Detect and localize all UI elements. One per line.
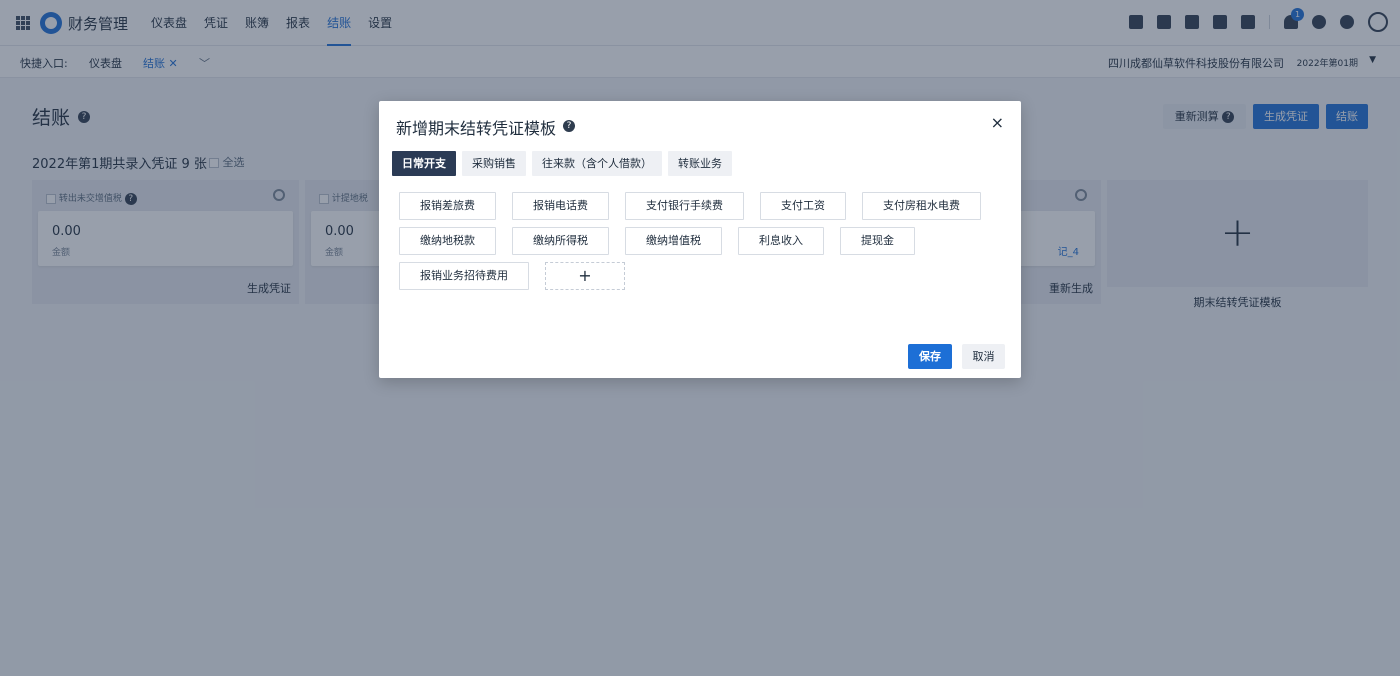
new-template-dialog: 新增期末结转凭证模板 ? × 日常开支 采购销售 往来款（含个人借款） 转账业务…: [379, 101, 1021, 378]
template-option[interactable]: 缴纳增值税: [625, 227, 722, 255]
tab-daily-expenses[interactable]: 日常开支: [392, 151, 456, 176]
template-option[interactable]: 缴纳所得税: [512, 227, 609, 255]
template-row: 报销差旅费 报销电话费 支付银行手续费 支付工资 支付房租水电费: [399, 192, 981, 220]
tab-transfers[interactable]: 转账业务: [668, 151, 732, 176]
template-option[interactable]: 支付工资: [760, 192, 846, 220]
template-option[interactable]: 利息收入: [738, 227, 824, 255]
help-icon[interactable]: ?: [563, 120, 575, 132]
template-option[interactable]: 报销业务招待费用: [399, 262, 529, 290]
template-option[interactable]: 报销差旅费: [399, 192, 496, 220]
template-row: 缴纳地税款 缴纳所得税 缴纳增值税 利息收入 提现金: [399, 227, 915, 255]
template-category-tabs: 日常开支 采购销售 往来款（含个人借款） 转账业务: [392, 151, 732, 176]
tab-receivables-payables[interactable]: 往来款（含个人借款）: [532, 151, 662, 176]
dialog-title: 新增期末结转凭证模板: [396, 119, 557, 138]
template-option[interactable]: 报销电话费: [512, 192, 609, 220]
template-option[interactable]: 支付房租水电费: [862, 192, 981, 220]
save-button[interactable]: 保存: [908, 344, 952, 369]
template-option[interactable]: 提现金: [840, 227, 915, 255]
add-template-button[interactable]: +: [545, 262, 625, 290]
cancel-button[interactable]: 取消: [962, 344, 1005, 369]
template-option[interactable]: 缴纳地税款: [399, 227, 496, 255]
close-icon[interactable]: ×: [991, 113, 1004, 132]
template-option[interactable]: 支付银行手续费: [625, 192, 744, 220]
template-row: 报销业务招待费用 +: [399, 262, 625, 290]
tab-purchase-sales[interactable]: 采购销售: [462, 151, 526, 176]
